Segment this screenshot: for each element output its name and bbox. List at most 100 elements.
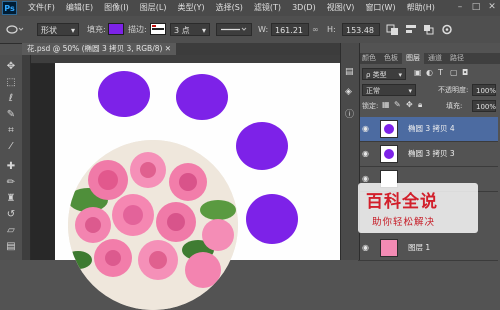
filter-pixel-icon[interactable]: ▣ xyxy=(414,68,422,77)
filter-shape-icon[interactable]: ▢ xyxy=(450,68,458,77)
height-input[interactable]: 153.48 xyxy=(342,23,380,36)
menu-image[interactable]: 图像(I) xyxy=(104,0,129,16)
layer-thumbnail xyxy=(380,145,398,163)
gradient-tool-icon[interactable]: ▤ xyxy=(5,241,17,253)
lock-position-icon[interactable]: ✥ xyxy=(406,100,413,109)
blend-mode-value: 正常 xyxy=(366,87,380,95)
filter-smart-icon[interactable]: ◘ xyxy=(462,68,468,77)
purple-ellipse[interactable] xyxy=(246,194,298,244)
stroke-color-swatch[interactable] xyxy=(150,23,166,35)
tab-channels[interactable]: 通道 xyxy=(424,53,446,64)
stroke-size-field[interactable]: 3 点 ▾ xyxy=(170,23,210,36)
fill-input[interactable]: 100% xyxy=(472,100,496,112)
menu-3d[interactable]: 3D(D) xyxy=(292,0,316,16)
layer-thumbnail xyxy=(380,239,398,257)
layer-name[interactable]: 椭圆 3 拷贝 4 xyxy=(408,117,455,141)
stroke-swatch-icon xyxy=(152,25,164,30)
path-arrange-icon[interactable] xyxy=(422,23,436,36)
menu-view[interactable]: 视图(V) xyxy=(327,0,355,16)
marquee-tool-icon[interactable]: ⬚ xyxy=(5,77,17,89)
history-brush-tool-icon[interactable]: ↺ xyxy=(5,209,17,221)
eye-icon[interactable]: ◉ xyxy=(362,175,371,183)
layer-row[interactable]: ◉ 椭圆 3 拷贝 4 xyxy=(358,117,498,142)
brush-tool-icon[interactable]: ✏ xyxy=(5,177,17,189)
tab-layers[interactable]: 图层 xyxy=(402,53,424,64)
link-dimensions-icon[interactable]: ∞ xyxy=(312,23,319,36)
healing-tool-icon[interactable]: ✚ xyxy=(5,161,17,173)
eyedropper-tool-icon[interactable]: ⁄ xyxy=(5,141,17,153)
width-input[interactable]: 161.21 xyxy=(271,23,309,36)
rose-photo-circle[interactable] xyxy=(68,140,238,310)
layer-name[interactable]: 椭圆 3 拷贝 3 xyxy=(408,142,455,166)
ellipse-icon xyxy=(6,25,24,34)
lock-transparent-icon[interactable]: ▦ xyxy=(382,100,390,109)
blend-row: 正常 ▾ 不透明度: 100% xyxy=(358,83,500,97)
blend-mode-select[interactable]: 正常 ▾ xyxy=(362,84,416,96)
filter-adjust-icon[interactable]: ◐ xyxy=(426,68,433,77)
ellipse-tool-preset[interactable] xyxy=(5,23,25,36)
layer-filter-select[interactable]: ρ 类型 ▾ xyxy=(362,68,406,80)
menu-items: 文件(F) 编辑(E) 图像(I) 图层(L) 类型(Y) 选择(S) 滤镜(T… xyxy=(28,0,435,16)
eye-icon[interactable]: ◉ xyxy=(362,244,371,252)
crop-tool-icon[interactable]: ⌗ xyxy=(5,125,17,137)
properties-panel-icon[interactable]: ◈ xyxy=(345,87,352,97)
document-tab[interactable]: 花.psd @ 50% (椭圆 3 拷贝 3, RGB/8) ✕ xyxy=(22,43,177,55)
menu-bar: Ps 文件(F) 编辑(E) 图像(I) 图层(L) 类型(Y) 选择(S) 滤… xyxy=(0,0,500,17)
layer-row[interactable]: ◉ 图层 1 xyxy=(358,236,498,261)
info-panel-icon[interactable]: ⓘ xyxy=(345,107,354,120)
roses-image xyxy=(68,140,238,310)
path-operations-icon[interactable] xyxy=(386,23,400,36)
eraser-tool-icon[interactable]: ▱ xyxy=(5,225,17,237)
shape-mode-select[interactable]: 形状 ▾ xyxy=(37,23,79,36)
filter-type-icon[interactable]: T xyxy=(438,68,443,77)
fill-color-swatch[interactable] xyxy=(108,23,124,35)
menu-file[interactable]: 文件(F) xyxy=(28,0,55,16)
menu-select[interactable]: 选择(S) xyxy=(216,0,243,16)
tab-swatches[interactable]: 色板 xyxy=(380,53,402,64)
stroke-type-select[interactable] xyxy=(216,23,252,36)
shape-mode-value: 形状 xyxy=(41,26,57,35)
lock-all-icon[interactable]: 🔒︎ xyxy=(418,100,422,110)
opacity-input[interactable]: 100% xyxy=(472,84,496,96)
watermark-subtitle: 助你轻松解决 xyxy=(372,217,436,228)
height-label: H: xyxy=(327,25,336,34)
gear-icon[interactable] xyxy=(440,23,454,36)
menu-edit[interactable]: 编辑(E) xyxy=(66,0,93,16)
path-alignment-icon[interactable] xyxy=(404,23,418,36)
thumb-ellipse xyxy=(384,124,394,134)
width-value: 161.21 xyxy=(275,26,303,35)
quick-select-tool-icon[interactable]: ✎ xyxy=(5,109,17,121)
chevron-down-icon: ▾ xyxy=(201,26,206,35)
menu-layer[interactable]: 图层(L) xyxy=(140,0,167,16)
collapsed-panel-strip: ▤ ◈ ⓘ xyxy=(340,43,360,260)
move-tool-icon[interactable]: ✥ xyxy=(5,61,17,73)
tab-paths[interactable]: 路径 xyxy=(446,53,468,64)
history-panel-icon[interactable]: ▤ xyxy=(345,67,354,77)
menu-help[interactable]: 帮助(H) xyxy=(407,0,435,16)
eye-icon[interactable]: ◉ xyxy=(362,150,371,158)
purple-ellipse[interactable] xyxy=(98,71,150,117)
eye-icon[interactable]: ◉ xyxy=(362,125,371,133)
layer-row[interactable]: ◉ 椭圆 3 拷贝 3 xyxy=(358,142,498,167)
minimize-button[interactable]: – xyxy=(455,2,465,12)
layer-name[interactable]: 图层 1 xyxy=(408,236,430,260)
opacity-label: 不透明度: xyxy=(438,86,469,94)
lasso-tool-icon[interactable]: ℓ xyxy=(5,93,17,105)
tab-color[interactable]: 颜色 xyxy=(358,53,380,64)
fill-label: 填充: xyxy=(87,25,106,34)
lock-row: 锁定: ▦ ✎ ✥ 🔒︎ 填充: 100% xyxy=(358,99,500,113)
menu-window[interactable]: 窗口(W) xyxy=(365,0,395,16)
photoshop-logo[interactable]: Ps xyxy=(2,1,17,15)
purple-ellipse[interactable] xyxy=(176,74,228,120)
stamp-tool-icon[interactable]: ♜ xyxy=(5,193,17,205)
menu-filter[interactable]: 滤镜(T) xyxy=(254,0,281,16)
ruler-left[interactable] xyxy=(22,55,31,260)
close-button[interactable]: ✕ xyxy=(487,2,497,12)
menu-type[interactable]: 类型(Y) xyxy=(177,0,204,16)
maximize-button[interactable]: □ xyxy=(471,2,481,12)
gear-shape xyxy=(442,24,452,35)
purple-ellipse[interactable] xyxy=(236,122,288,170)
lock-pixels-icon[interactable]: ✎ xyxy=(394,100,401,109)
watermark-logo: 百科全说 助你轻松解决 xyxy=(358,183,478,233)
panel-tabs: 颜色 色板 图层 通道 路径 xyxy=(358,53,500,64)
